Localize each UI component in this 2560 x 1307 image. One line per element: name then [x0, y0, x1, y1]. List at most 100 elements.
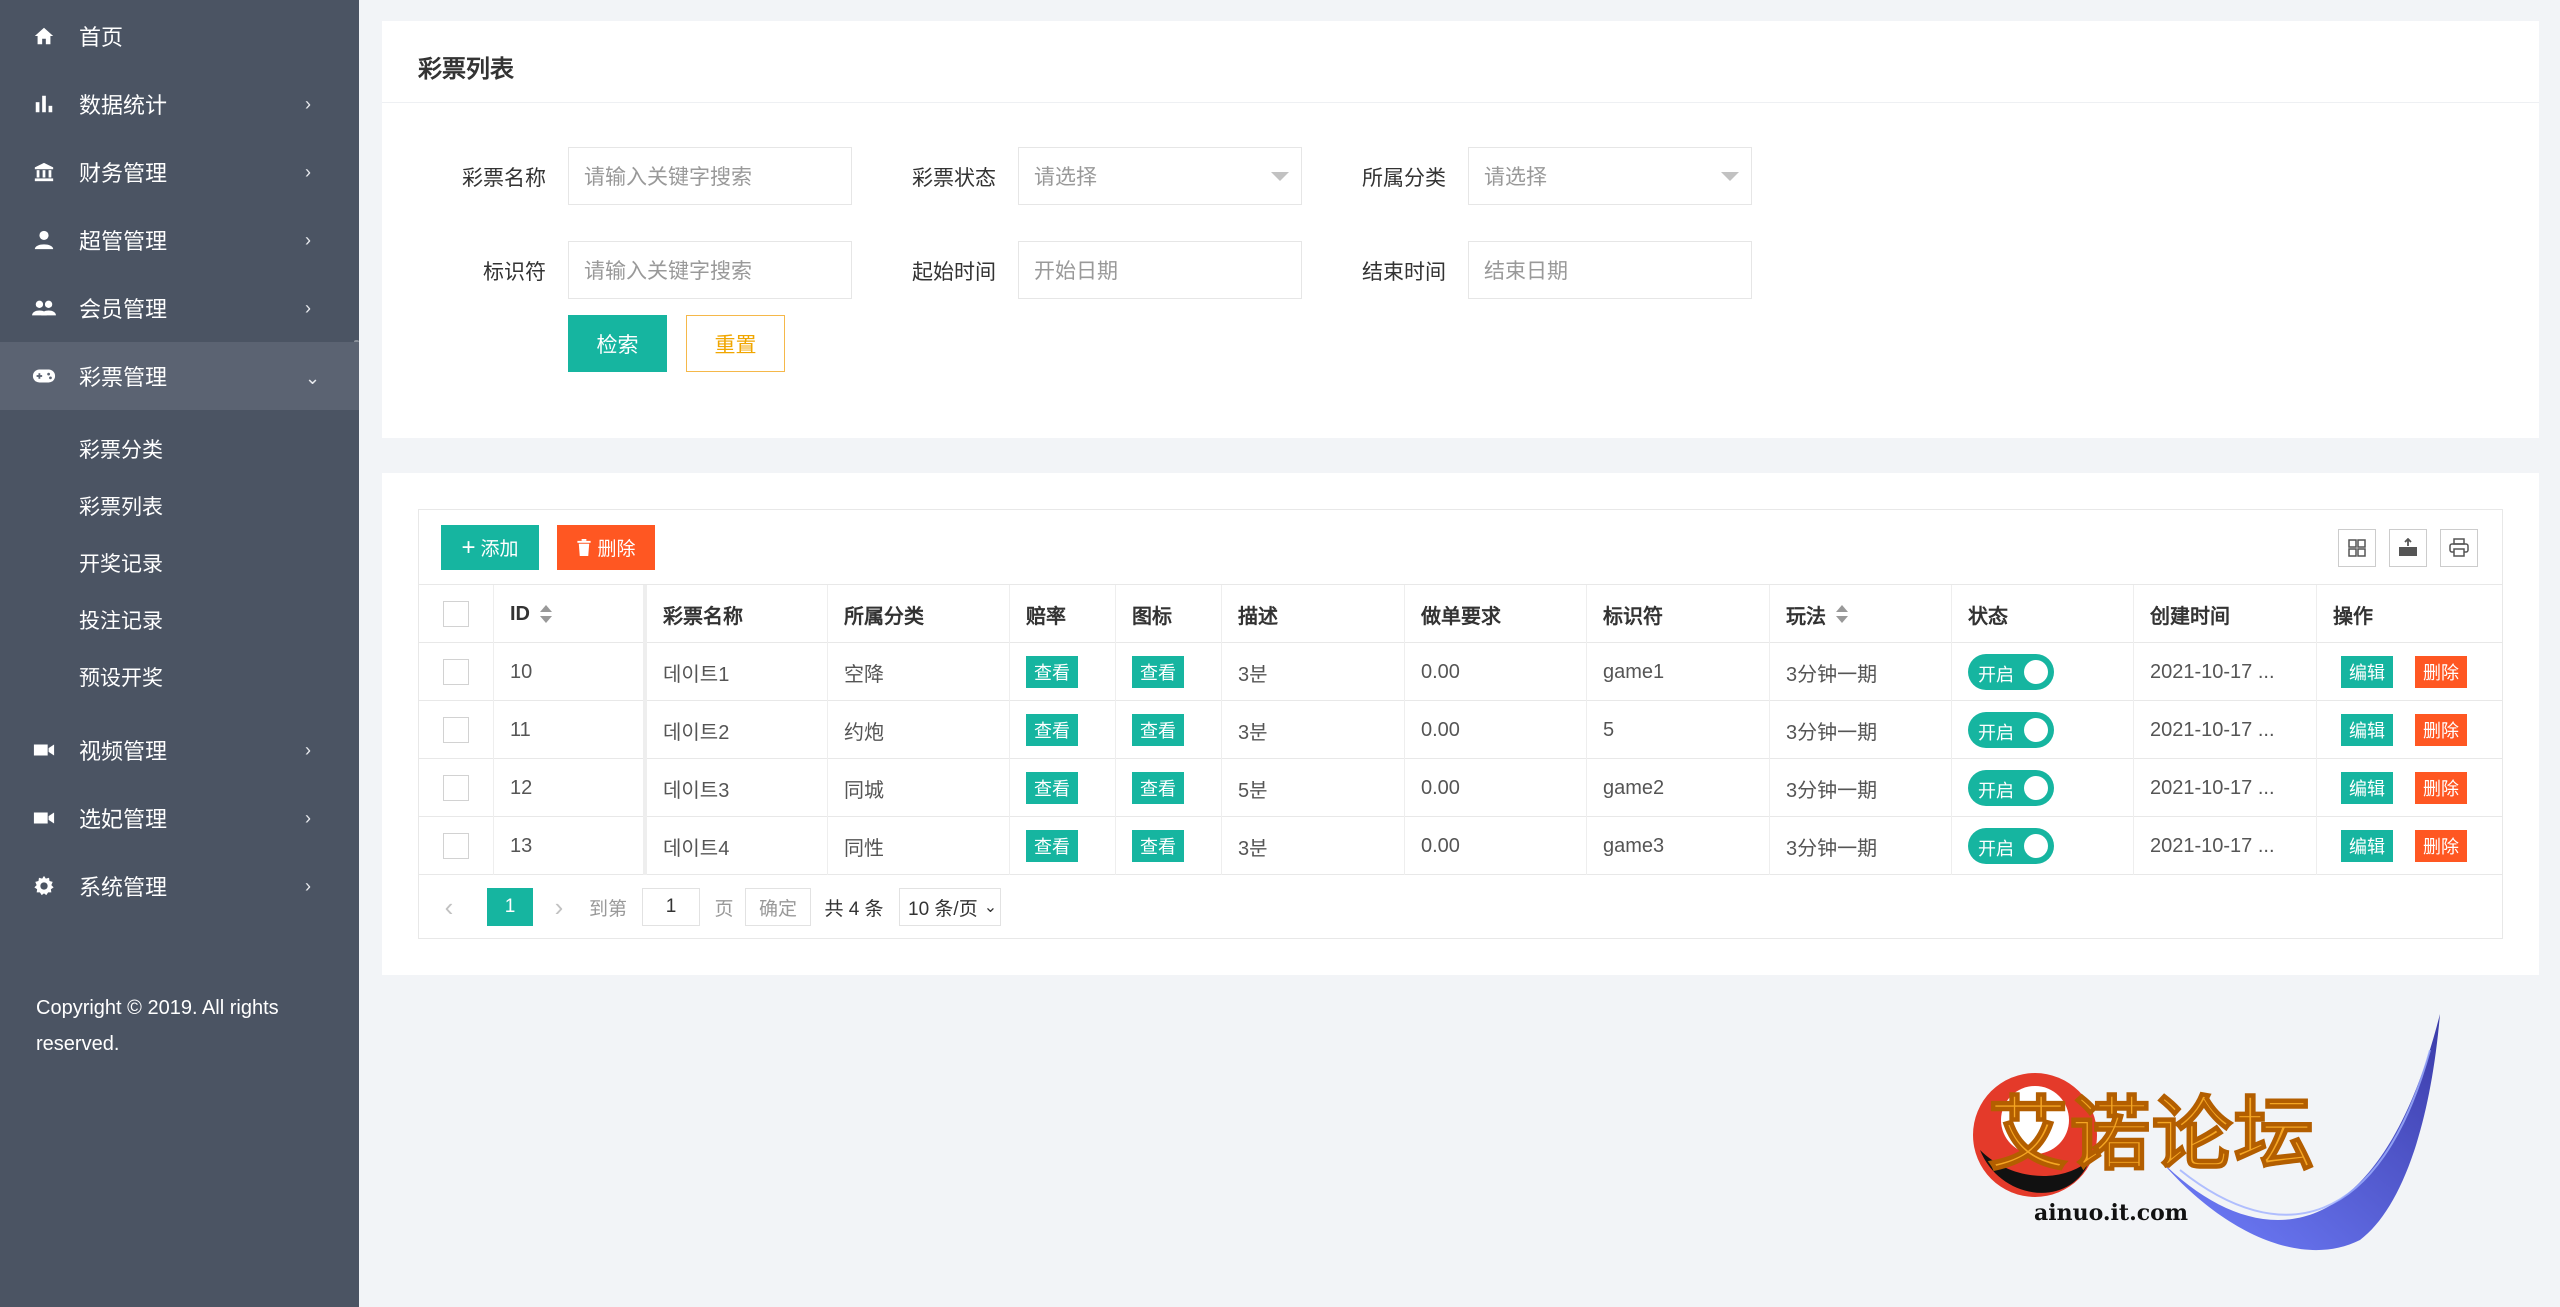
sidebar-item-label: 会员管理: [79, 297, 168, 322]
trash-icon: [576, 539, 592, 556]
status-toggle[interactable]: 开启: [1968, 828, 2054, 864]
key-search-input[interactable]: 请输入关键字搜索: [568, 241, 852, 299]
batch-delete-button[interactable]: 删除: [557, 525, 655, 570]
next-page-icon[interactable]: ›: [549, 888, 569, 926]
header-desc: 描述: [1221, 585, 1404, 643]
sidebar-item-lottery[interactable]: 彩票管理 ⌄: [0, 342, 359, 410]
category-select[interactable]: 请选择: [1468, 147, 1752, 205]
view-icon-button[interactable]: 查看: [1132, 830, 1184, 862]
edit-button[interactable]: 编辑: [2341, 772, 2393, 804]
sidebar-subitem-lottery-category[interactable]: 彩票分类: [0, 420, 359, 477]
name-search-input[interactable]: 请输入关键字搜索: [568, 147, 852, 205]
status-toggle[interactable]: 开启: [1968, 770, 2054, 806]
chevron-down-icon: ⌄: [305, 368, 321, 388]
table-row: 12 데이트3 同城 查看 查看 5분 0.00 game2 3分钟一期 开启 …: [419, 759, 2502, 817]
prev-page-icon[interactable]: ‹: [439, 888, 459, 926]
edit-button[interactable]: 编辑: [2341, 656, 2393, 688]
columns-filter-icon[interactable]: [2338, 529, 2376, 567]
view-icon-button[interactable]: 查看: [1132, 714, 1184, 746]
chevron-right-icon: ›: [305, 297, 311, 318]
row-checkbox[interactable]: [443, 717, 469, 743]
gear-icon: [32, 874, 56, 898]
header-name: 彩票名称: [643, 585, 827, 643]
sidebar-item-finance[interactable]: 财务管理 ›: [0, 138, 359, 206]
watermark-logo: 艾诺论坛 ainuo.it.com: [1960, 1010, 2460, 1270]
row-checkbox[interactable]: [443, 833, 469, 859]
sidebar-item-statistics[interactable]: 数据统计 ›: [0, 70, 359, 138]
view-odds-button[interactable]: 查看: [1026, 656, 1078, 688]
start-date-input[interactable]: 开始日期: [1018, 241, 1302, 299]
page-size-select[interactable]: 10 条/页 ⌄: [899, 888, 1001, 926]
header-actions: 操作: [2316, 585, 2502, 643]
header-icon: 图标: [1115, 585, 1221, 643]
home-icon: [32, 24, 56, 48]
copyright: Copyright © 2019. All rights reserved.: [36, 997, 279, 1055]
sidebar: 首页 数据统计 › 财务管理 › 超管管理 › 会员管理 › 彩票管理 ⌄ 彩票…: [0, 0, 359, 1307]
users-icon: [32, 296, 56, 320]
header-odds: 赔率: [1009, 585, 1115, 643]
sidebar-item-members[interactable]: 会员管理 ›: [0, 274, 359, 342]
chevron-right-icon: ›: [305, 161, 311, 182]
sidebar-item-system[interactable]: 系统管理 ›: [0, 852, 359, 920]
chevron-right-icon: ›: [305, 739, 311, 760]
pagination: ‹ 1 › 到第 1 页 确定 共 4 条 10 条/页 ⌄: [419, 876, 2502, 938]
goto-page-input[interactable]: 1: [642, 888, 700, 926]
sidebar-subitem-lottery-list[interactable]: 彩票列表: [0, 477, 359, 534]
gamepad-icon: [32, 364, 56, 388]
header-id[interactable]: ID: [493, 585, 643, 643]
page-1-button[interactable]: 1: [487, 888, 533, 926]
view-odds-button[interactable]: 查看: [1026, 714, 1078, 746]
status-toggle[interactable]: 开启: [1968, 654, 2054, 690]
page-unit-label: 页: [714, 898, 734, 920]
view-odds-button[interactable]: 查看: [1026, 830, 1078, 862]
goto-label: 到第: [588, 898, 627, 920]
start-date-label: 起始时间: [912, 261, 996, 284]
sort-icon[interactable]: [540, 605, 552, 623]
header-created: 创建时间: [2133, 585, 2316, 643]
sidebar-item-label: 彩票管理: [79, 365, 168, 390]
chevron-down-icon: ⌄: [983, 899, 998, 916]
header-status: 状态: [1951, 585, 2133, 643]
sidebar-item-home[interactable]: 首页: [0, 2, 359, 70]
reset-button[interactable]: 重置: [686, 315, 785, 372]
delete-button[interactable]: 删除: [2415, 714, 2467, 746]
view-icon-button[interactable]: 查看: [1132, 656, 1184, 688]
table-row: 10 데이트1 空降 查看 查看 3분 0.00 game1 3分钟一期 开启 …: [419, 643, 2502, 701]
sidebar-item-label: 系统管理: [79, 875, 168, 900]
status-toggle[interactable]: 开启: [1968, 712, 2054, 748]
search-button[interactable]: 检索: [568, 315, 667, 372]
print-icon[interactable]: [2440, 529, 2478, 567]
sidebar-subitem-preset-draw[interactable]: 预设开奖: [0, 648, 359, 705]
export-icon[interactable]: [2389, 529, 2427, 567]
add-button[interactable]: + 添加: [441, 525, 539, 570]
sidebar-item-admin[interactable]: 超管管理 ›: [0, 206, 359, 274]
row-checkbox[interactable]: [443, 659, 469, 685]
edit-button[interactable]: 编辑: [2341, 714, 2393, 746]
sidebar-subitem-bet-records[interactable]: 投注记录: [0, 591, 359, 648]
plus-icon: +: [461, 533, 476, 561]
bar-chart-icon: [32, 92, 56, 116]
sort-icon[interactable]: [1836, 605, 1848, 623]
sidebar-item-label: 财务管理: [79, 161, 168, 186]
sidebar-item-video[interactable]: 视频管理 ›: [0, 716, 359, 784]
view-icon-button[interactable]: 查看: [1132, 772, 1184, 804]
header-category: 所属分类: [827, 585, 1009, 643]
category-label: 所属分类: [1362, 167, 1446, 190]
status-select[interactable]: 请选择: [1018, 147, 1302, 205]
delete-button[interactable]: 删除: [2415, 830, 2467, 862]
row-checkbox[interactable]: [443, 775, 469, 801]
delete-button[interactable]: 删除: [2415, 772, 2467, 804]
goto-confirm-button[interactable]: 确定: [745, 888, 811, 926]
edit-button[interactable]: 编辑: [2341, 830, 2393, 862]
select-all-checkbox[interactable]: [443, 601, 469, 627]
sidebar-item-selection[interactable]: 选妃管理 ›: [0, 784, 359, 852]
delete-button[interactable]: 删除: [2415, 656, 2467, 688]
video-icon: [32, 806, 56, 830]
header-play[interactable]: 玩法: [1769, 585, 1951, 643]
chevron-right-icon: ›: [305, 875, 311, 896]
view-odds-button[interactable]: 查看: [1026, 772, 1078, 804]
table-row: 11 데이트2 约炮 查看 查看 3분 0.00 5 3分钟一期 开启 2021…: [419, 701, 2502, 759]
name-label: 彩票名称: [462, 167, 546, 190]
end-date-input[interactable]: 结束日期: [1468, 241, 1752, 299]
sidebar-subitem-draw-records[interactable]: 开奖记录: [0, 534, 359, 591]
